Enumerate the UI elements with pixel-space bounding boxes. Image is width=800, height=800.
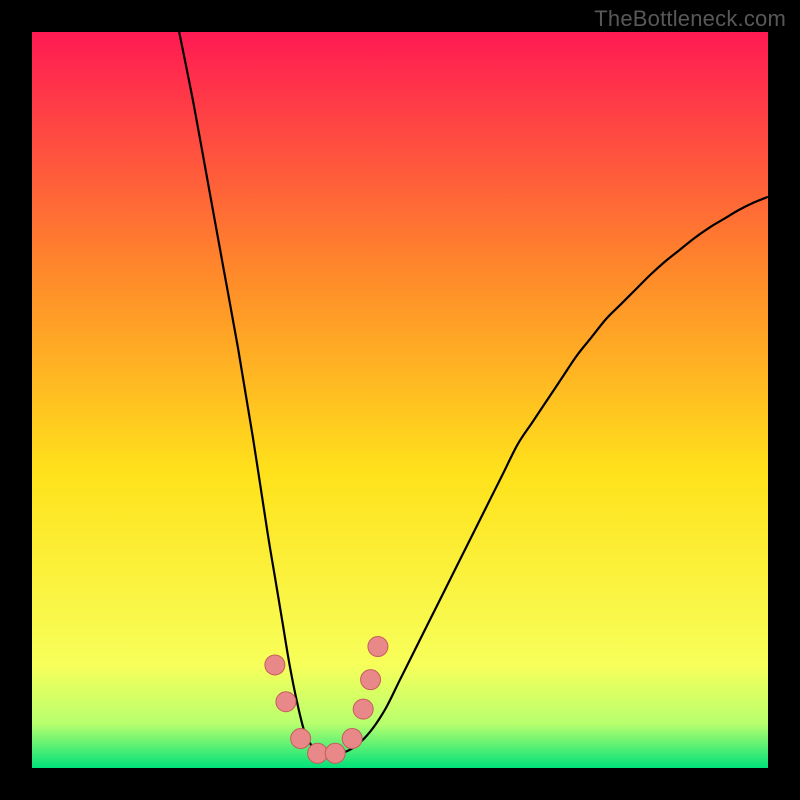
curve-marker-3: [308, 743, 328, 763]
curve-marker-7: [361, 670, 381, 690]
attribution-text: TheBottleneck.com: [594, 6, 786, 32]
curve-marker-6: [353, 699, 373, 719]
curve-marker-8: [368, 637, 388, 657]
curve-marker-4: [325, 743, 345, 763]
curve-marker-1: [276, 692, 296, 712]
plot-background: [32, 32, 768, 768]
curve-marker-2: [291, 729, 311, 749]
bottleneck-chart: [32, 32, 768, 768]
chart-frame: TheBottleneck.com: [0, 0, 800, 800]
curve-marker-0: [265, 655, 285, 675]
curve-marker-5: [342, 729, 362, 749]
